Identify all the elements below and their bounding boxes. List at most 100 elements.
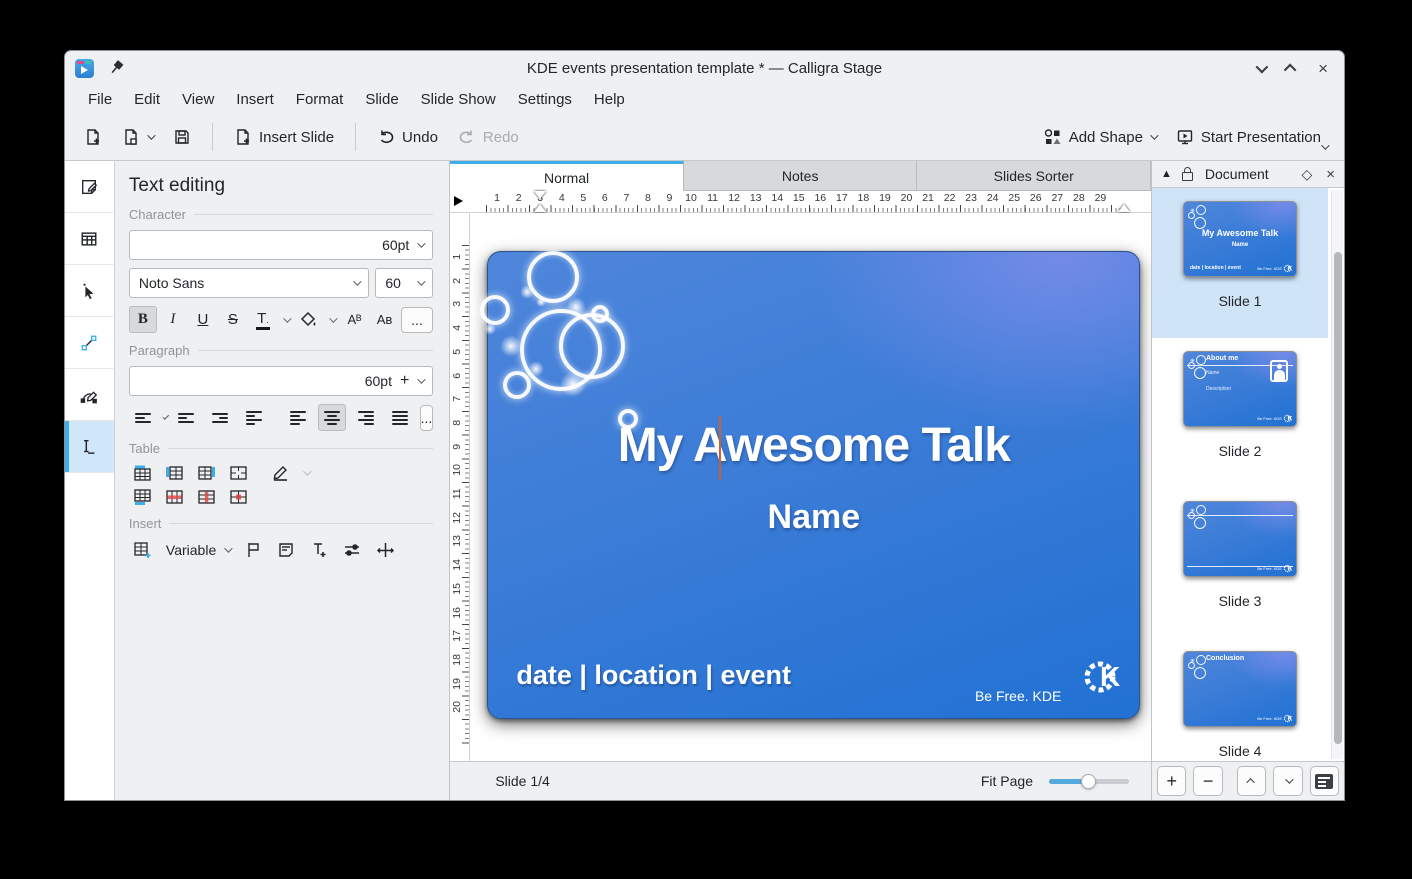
align-left-button[interactable] <box>284 404 312 431</box>
align-center-button[interactable] <box>318 404 346 431</box>
align-right-button[interactable] <box>352 404 380 431</box>
slide-thumbnail-3[interactable]: Be Free. KDE K Slide 3 <box>1152 488 1328 638</box>
open-recent-chevron-icon[interactable] <box>147 131 155 139</box>
insert-column-left-button[interactable] <box>165 464 184 482</box>
character-style-combo[interactable]: 60pt <box>129 230 433 260</box>
font-size-combo[interactable]: 60 <box>375 268 433 298</box>
line-spacing-button[interactable] <box>240 404 268 431</box>
close-button[interactable]: × <box>1318 60 1328 77</box>
redo-button[interactable]: Redo <box>451 122 526 152</box>
tab-notes[interactable]: Notes <box>684 161 918 191</box>
slide-thumbnail-4[interactable]: Conclusion Be Free. KDE K Slide 4 <box>1152 638 1328 761</box>
new-document-button[interactable] <box>77 122 109 152</box>
slide-editor[interactable]: My Awesome Talk Name date | location | e… <box>487 251 1140 719</box>
increase-indent-button[interactable] <box>206 404 234 431</box>
minimize-button[interactable] <box>1256 60 1269 73</box>
align-justify-button[interactable] <box>386 404 414 431</box>
menu-settings[interactable]: Settings <box>507 88 583 111</box>
zoom-level-label[interactable]: Fit Page <box>981 773 1033 789</box>
underline-button[interactable]: U <box>189 306 217 333</box>
insert-row-below-button[interactable] <box>133 488 152 506</box>
add-slide-button[interactable]: + <box>1157 766 1186 796</box>
pin-icon[interactable] <box>108 60 124 76</box>
first-line-indent-marker[interactable] <box>534 191 546 199</box>
scrollbar-thumb[interactable] <box>1334 252 1342 744</box>
menu-slide-show[interactable]: Slide Show <box>410 88 507 111</box>
dock-close-button[interactable]: × <box>1326 167 1335 182</box>
thumbnail-view-options-button[interactable] <box>1310 766 1339 796</box>
dock-float-button[interactable]: ◇ <box>1301 166 1312 183</box>
delete-row-button[interactable] <box>165 488 184 506</box>
font-color-button[interactable]: T. <box>249 306 277 333</box>
dock-collapse-button[interactable]: ▲ <box>1161 168 1172 180</box>
insert-slide-button[interactable]: Insert Slide <box>227 122 341 152</box>
spacing-plus-icon[interactable]: + <box>400 372 409 390</box>
slide-thumbnail-2[interactable]: About me Name Description Be Free. KDE K <box>1152 338 1328 488</box>
slide-thumbnail-1[interactable]: My Awesome Talk Name date | location | e… <box>1152 188 1328 338</box>
tab-slides-sorter[interactable]: Slides Sorter <box>917 161 1151 191</box>
delete-slide-button[interactable]: − <box>1193 766 1222 796</box>
font-color-chevron-icon[interactable] <box>283 314 291 322</box>
menu-format[interactable]: Format <box>285 88 355 111</box>
start-presentation-button[interactable]: Start Presentation <box>1169 122 1328 152</box>
font-family-combo[interactable]: Noto Sans <box>129 268 369 298</box>
menu-edit[interactable]: Edit <box>123 88 171 111</box>
zoom-slider-handle[interactable] <box>1081 774 1096 789</box>
list-style-chevron-icon[interactable] <box>163 413 169 419</box>
cross-reference-button[interactable] <box>376 541 395 559</box>
menu-slide[interactable]: Slide <box>354 88 409 111</box>
variable-select[interactable]: Variable <box>166 542 230 558</box>
right-indent-marker[interactable] <box>1118 204 1130 212</box>
highlight-color-button[interactable] <box>295 306 323 333</box>
italic-button[interactable]: I <box>159 306 187 333</box>
merge-cells-button[interactable] <box>229 464 248 482</box>
open-document-button[interactable] <box>115 122 160 152</box>
paragraph-more-button[interactable]: ... <box>420 405 434 431</box>
connector-tool[interactable] <box>65 317 114 369</box>
index-marker-button[interactable] <box>343 541 362 559</box>
section-break-button[interactable] <box>277 541 296 559</box>
insert-row-above-button[interactable] <box>133 464 152 482</box>
bold-button[interactable]: B <box>129 306 157 333</box>
slide-canvas[interactable]: 1234567891011121314151617181920 My Aweso… <box>450 213 1151 761</box>
paragraph-spacing-combo[interactable]: 60pt + <box>129 366 433 396</box>
save-button[interactable] <box>166 122 198 152</box>
thumbnail-scrollbar[interactable] <box>1331 190 1343 759</box>
border-pen-button[interactable] <box>271 464 290 482</box>
selection-tool[interactable] <box>65 265 114 317</box>
menu-insert[interactable]: Insert <box>225 88 285 111</box>
slide-title-text[interactable]: My Awesome Talk <box>488 418 1139 473</box>
zoom-slider[interactable] <box>1049 774 1129 788</box>
delete-cell-button[interactable] <box>229 488 248 506</box>
menu-view[interactable]: View <box>171 88 225 111</box>
undo-button[interactable]: Undo <box>370 122 445 152</box>
menu-file[interactable]: File <box>77 88 123 111</box>
superscript-button[interactable]: Aᴮ <box>341 306 369 333</box>
dock-lock-icon[interactable] <box>1182 172 1193 181</box>
highlight-color-chevron-icon[interactable] <box>329 314 337 322</box>
list-style-button[interactable] <box>129 404 157 431</box>
tab-normal[interactable]: Normal <box>450 161 684 191</box>
left-indent-marker[interactable] <box>534 204 546 212</box>
bookmark-button[interactable] <box>244 541 263 559</box>
delete-column-button[interactable] <box>197 488 216 506</box>
annotation-tool[interactable] <box>65 161 114 213</box>
move-slide-down-button[interactable] <box>1273 766 1302 796</box>
move-slide-up-button[interactable] <box>1237 766 1266 796</box>
menu-help[interactable]: Help <box>583 88 636 111</box>
subscript-button[interactable]: Aʙ <box>371 306 399 333</box>
insert-text-button[interactable] <box>310 541 329 559</box>
titlebar[interactable]: KDE events presentation template * — Cal… <box>65 51 1344 85</box>
character-more-button[interactable]: ... <box>401 307 434 333</box>
maximize-button[interactable] <box>1284 63 1297 76</box>
insert-column-right-button[interactable] <box>197 464 216 482</box>
path-edit-tool[interactable] <box>65 369 114 421</box>
slide-footer-text[interactable]: date | location | event <box>516 660 791 691</box>
decrease-indent-button[interactable] <box>172 404 200 431</box>
slide-subtitle-text[interactable]: Name <box>488 498 1139 537</box>
add-shape-button[interactable]: Add Shape <box>1037 122 1163 152</box>
strikethrough-button[interactable]: S <box>219 306 247 333</box>
insert-table-button[interactable] <box>133 541 152 559</box>
layout-tool[interactable] <box>65 213 114 265</box>
text-tool[interactable] <box>65 421 114 473</box>
